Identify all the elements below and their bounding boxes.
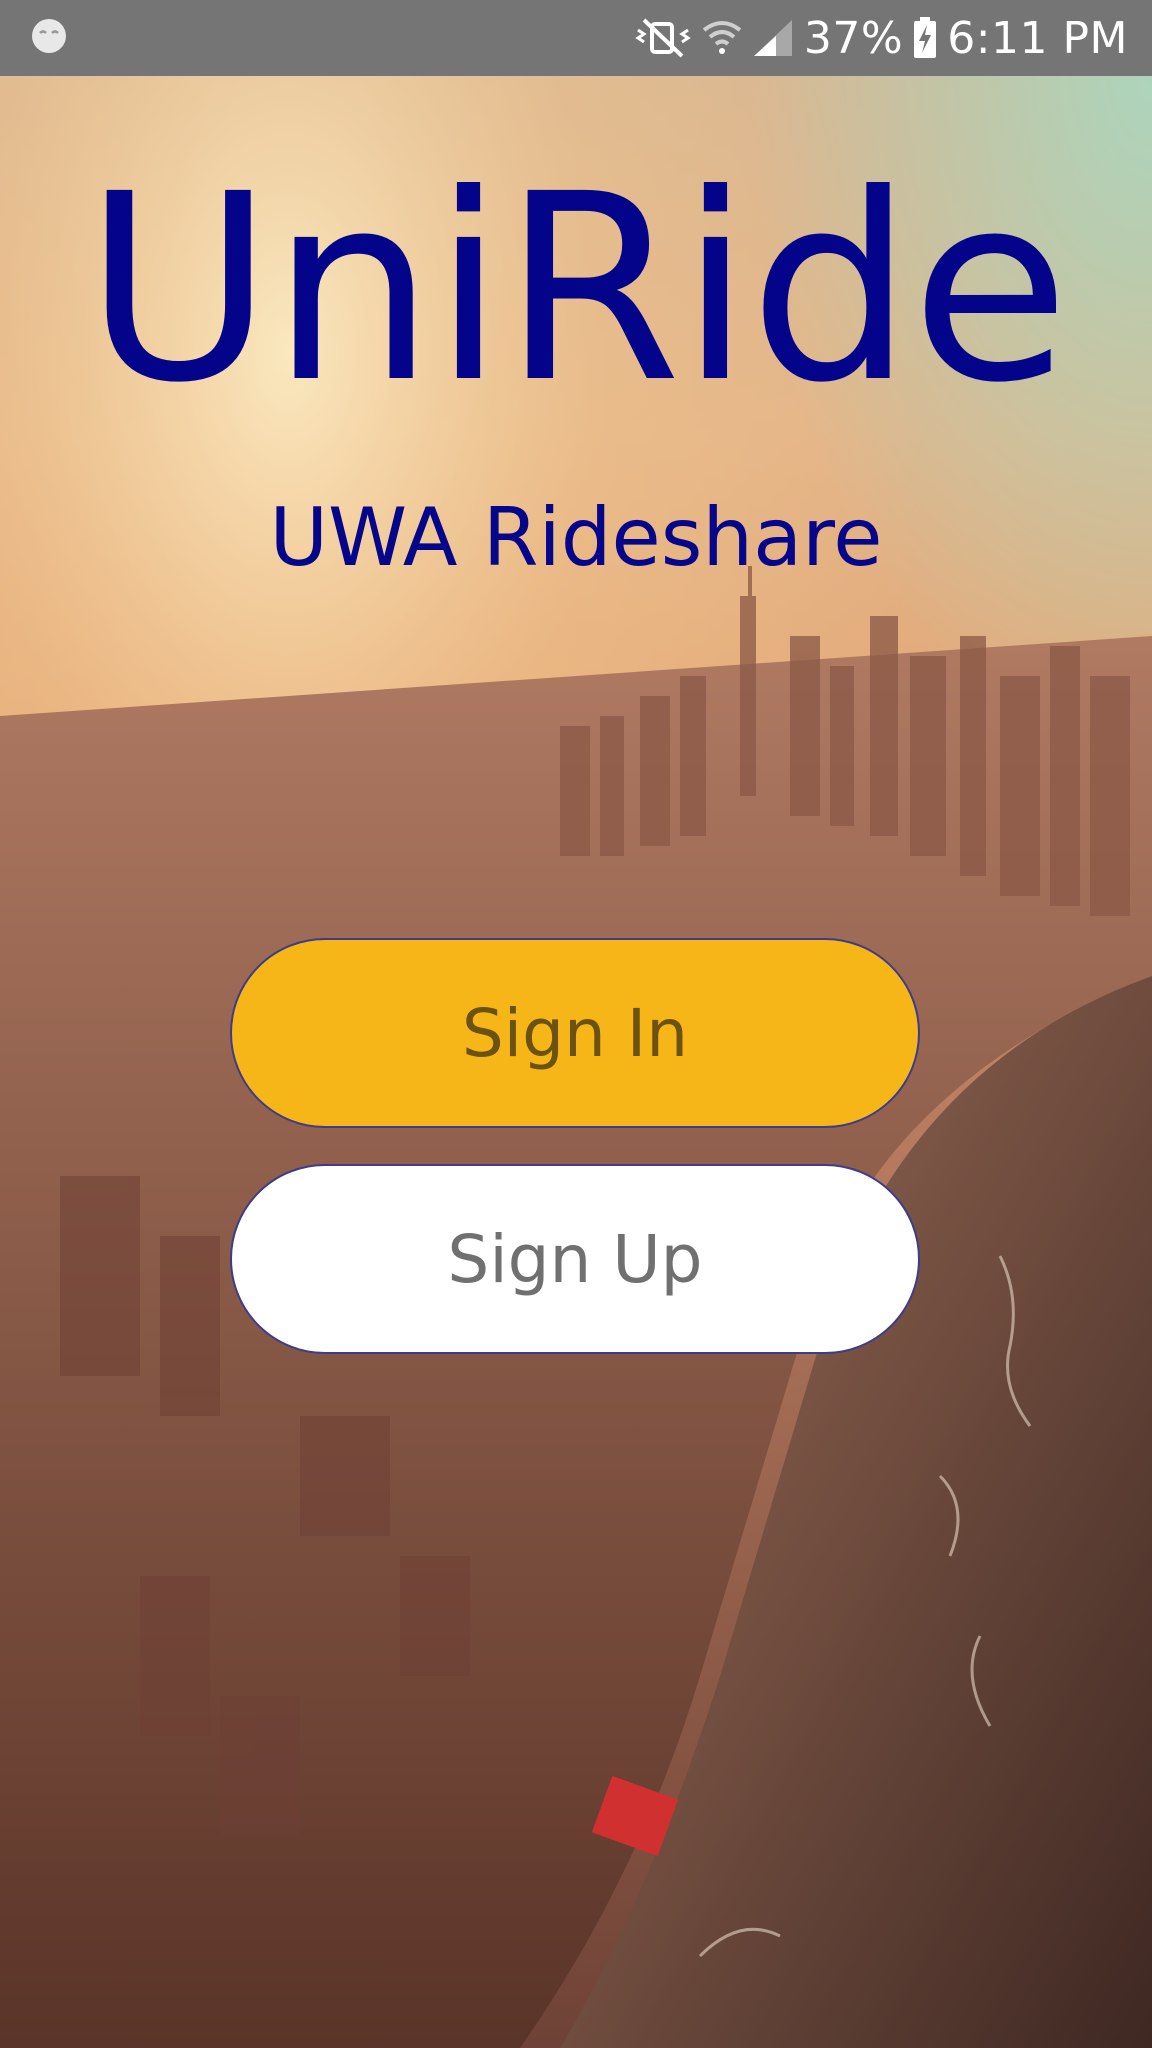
app-subtitle: UWA Rideshare — [269, 491, 883, 584]
status-bar: 37% 6:11 PM — [0, 0, 1152, 76]
status-right: 37% 6:11 PM — [634, 13, 1128, 64]
sign-in-button[interactable]: Sign In — [230, 938, 920, 1128]
signal-icon — [752, 18, 794, 58]
wifi-icon — [702, 18, 742, 58]
battery-percent: 37% — [803, 12, 904, 64]
app-title: UniRide — [84, 139, 1069, 439]
status-left — [30, 17, 68, 59]
sign-up-button[interactable]: Sign Up — [230, 1164, 920, 1354]
mute-vibrate-icon — [634, 18, 692, 58]
notification-face-icon — [30, 17, 68, 59]
clock: 6:11 PM — [947, 12, 1128, 64]
battery-charging-icon — [913, 17, 937, 59]
